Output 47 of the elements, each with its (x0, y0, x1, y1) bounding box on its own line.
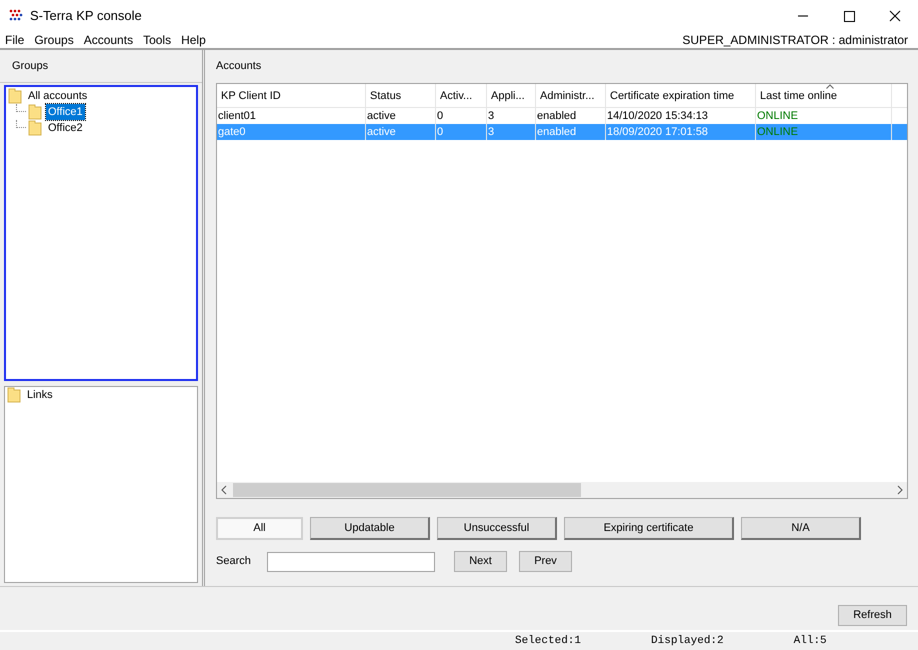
table-cell: 3 (487, 124, 536, 140)
search-nav-button[interactable]: Prev (519, 551, 572, 572)
menu-item[interactable]: File (0, 31, 30, 49)
filter-button[interactable]: Updatable (310, 517, 430, 540)
refresh-button[interactable]: Refresh (838, 605, 907, 626)
horizontal-scrollbar[interactable] (217, 482, 907, 498)
column-header[interactable]: Activ... (436, 84, 487, 108)
column-header[interactable]: Last time online (756, 84, 892, 108)
menu-item[interactable]: Accounts (78, 31, 138, 49)
folder-icon (7, 387, 21, 403)
search-label: Search (216, 554, 252, 570)
filter-button[interactable]: Expiring certificate (564, 517, 734, 540)
column-header[interactable]: KP Client ID (217, 84, 366, 108)
column-header[interactable]: Status (366, 84, 436, 108)
table-cell: enabled (536, 124, 606, 140)
table-cell: gate0 (217, 124, 366, 140)
status-text: All:5 (794, 634, 827, 649)
folder-icon (28, 120, 42, 136)
search-field[interactable] (267, 552, 435, 572)
filter-button[interactable]: Unsuccessful (437, 517, 557, 540)
app-logo-icon (8, 9, 24, 23)
table-cell: ONLINE (756, 124, 892, 140)
column-header[interactable]: Appli... (487, 84, 536, 108)
menu-item[interactable]: Tools (138, 31, 176, 49)
status-text: Selected:1 (515, 634, 582, 649)
column-header[interactable]: Administr... (536, 84, 606, 108)
folder-icon (28, 104, 42, 120)
panel-title: Accounts (216, 59, 262, 74)
table-cell: 18/09/2020 17:01:58 (606, 124, 756, 140)
column-header[interactable]: Certificate expiration time (606, 84, 756, 108)
folder-icon (8, 88, 22, 104)
table-cell: 0 (436, 124, 487, 140)
tree-item[interactable]: Links (25, 386, 55, 404)
status-text: Displayed:2 (651, 634, 724, 649)
table-cell: active (366, 124, 436, 140)
scrollbar-thumb[interactable] (233, 483, 581, 497)
tree-item[interactable]: All accounts (26, 88, 90, 104)
panel-title: Groups (12, 58, 48, 74)
menu-item[interactable]: Groups (29, 31, 79, 49)
window-title: S-Terra KP console (30, 7, 142, 26)
tree-item[interactable]: Office2 (46, 120, 85, 136)
filter-button[interactable]: N/A (741, 517, 861, 540)
tree-item[interactable]: Office1 (46, 104, 85, 120)
search-nav-button[interactable]: Next (454, 551, 507, 572)
filter-button[interactable]: All (216, 517, 303, 540)
user-label: SUPER_ADMINISTRATOR : administrator (682, 32, 908, 49)
menu-item[interactable]: Help (176, 31, 211, 49)
